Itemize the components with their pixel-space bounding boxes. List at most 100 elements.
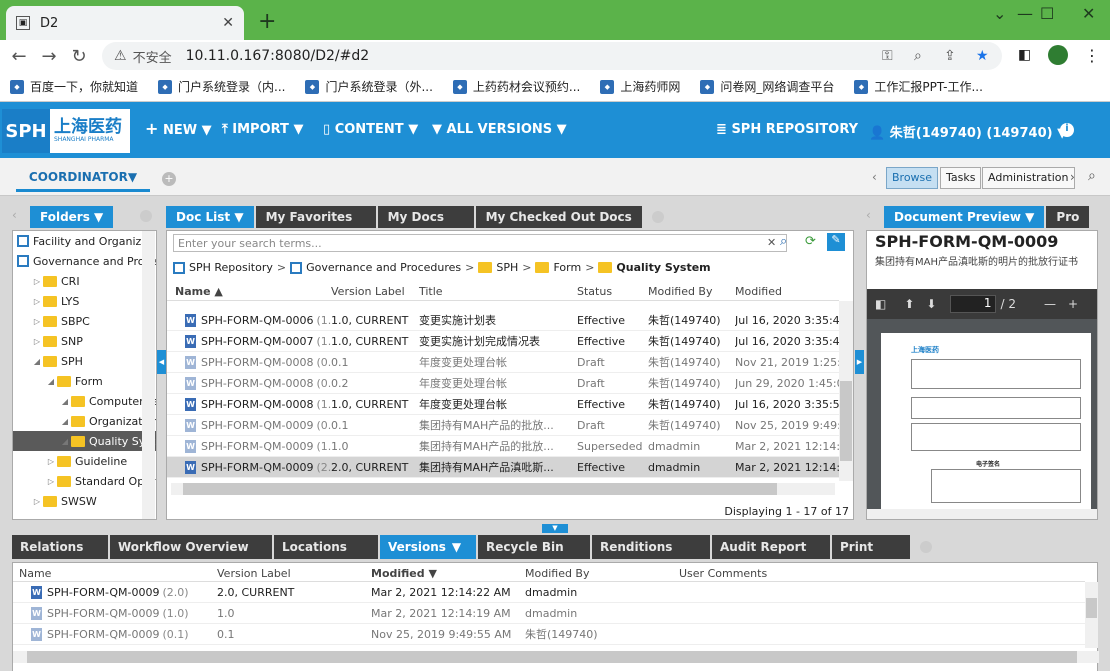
- table-row[interactable]: W SPH-FORM-QM-0009(0.1)0.1 集团持有MAH产品的批放...…: [167, 415, 839, 436]
- folders-tab[interactable]: Folders ▼: [30, 206, 114, 228]
- scroll-thumb[interactable]: [840, 381, 852, 461]
- breadcrumb-item[interactable]: Form: [553, 261, 581, 274]
- folder-tree-item[interactable]: Facility and Organization: [13, 231, 156, 251]
- tab-recycle-bin[interactable]: Recycle Bin: [478, 535, 590, 559]
- share-icon[interactable]: ⇪: [944, 48, 956, 64]
- folder-tree-item[interactable]: ◢ Organization: [13, 411, 156, 431]
- versions-hscroll[interactable]: [13, 651, 1099, 663]
- col-name[interactable]: Name ▲: [167, 285, 331, 298]
- search-input[interactable]: Enter your search terms...: [173, 234, 787, 252]
- vcol-modified[interactable]: Modified ▼: [371, 567, 525, 580]
- vcol-user-comments[interactable]: User Comments: [679, 567, 879, 580]
- tab-versions[interactable]: Versions ▼: [380, 535, 476, 559]
- folder-tree-item[interactable]: ▷ SWSW: [13, 491, 156, 511]
- reload-icon[interactable]: ↻: [64, 46, 94, 67]
- table-row[interactable]: W SPH-FORM-QM-0008(0.1)0.1 年度变更处理台帐 Draft 朱哲…: [167, 352, 839, 373]
- key-icon[interactable]: ⚿: [882, 48, 893, 64]
- folder-tree-item[interactable]: ▷ SNP: [13, 331, 156, 351]
- folder-tree-item[interactable]: ◢ Form: [13, 371, 156, 391]
- collapse-right-icon[interactable]: ▶: [855, 350, 864, 374]
- tab-document-preview[interactable]: Document Preview ▼: [884, 206, 1045, 228]
- close-window-icon[interactable]: ✕: [1082, 4, 1095, 23]
- bookmark-item[interactable]: ◆ 上海药师网: [600, 78, 680, 95]
- browser-tab[interactable]: ▣ D2 ✕: [6, 6, 244, 40]
- expand-toggle-icon[interactable]: ▷: [31, 277, 43, 286]
- import-menu[interactable]: ⤒ IMPORT ▼: [222, 122, 303, 137]
- folder-tree-item[interactable]: ◢Computerized: [13, 391, 156, 411]
- col-modified[interactable]: Modified: [735, 285, 839, 298]
- tab-relations[interactable]: Relations: [12, 535, 108, 559]
- folder-tree-item[interactable]: ◢Quality System: [13, 431, 156, 451]
- add-tab-icon[interactable]: [651, 211, 664, 223]
- edit-icon[interactable]: ✎: [827, 233, 845, 251]
- folder-tree-item[interactable]: ▷ SBPC: [13, 311, 156, 331]
- repository-menu[interactable]: ≣ SPH REPOSITORY: [716, 122, 858, 137]
- table-row[interactable]: W SPH-FORM-QM-0006(1.0)1.0, CURRENT 变更实施计划…: [167, 310, 839, 331]
- scroll-thumb[interactable]: [183, 483, 777, 495]
- tab-print[interactable]: Print: [832, 535, 910, 559]
- breadcrumb-item[interactable]: SPH Repository: [189, 261, 273, 274]
- pdf-page-input[interactable]: 1: [950, 295, 997, 313]
- folder-tree-item[interactable]: ▷Standard Operating: [13, 471, 156, 491]
- tab-locations[interactable]: Locations: [274, 535, 378, 559]
- table-row[interactable]: W SPH-FORM-QM-0009 (2.0) 2.0, CURRENT Mar 2,…: [13, 582, 1085, 603]
- vcol-modified-by[interactable]: Modified By: [525, 567, 679, 580]
- table-row[interactable]: W SPH-FORM-QM-0008(0.2)0.2 年度变更处理台帐 Draft 朱哲…: [167, 373, 839, 394]
- user-menu[interactable]: 👤 朱哲(149740) (149740) ▼: [869, 122, 1067, 141]
- doclist-hscroll[interactable]: [171, 483, 835, 495]
- expand-toggle-icon[interactable]: ◢: [59, 417, 71, 426]
- tasks-button[interactable]: Tasks: [940, 167, 982, 189]
- folder-tree-item[interactable]: ▷ Guideline: [13, 451, 156, 471]
- clear-search-icon[interactable]: ✕: [767, 236, 776, 249]
- add-tab-icon[interactable]: [920, 541, 932, 553]
- expand-toggle-icon[interactable]: ◢: [59, 397, 71, 406]
- tab-audit-report[interactable]: Audit Report: [712, 535, 830, 559]
- expand-toggle-icon[interactable]: ▷: [31, 497, 43, 506]
- add-tab-icon[interactable]: +: [162, 172, 176, 186]
- col-modified-by[interactable]: Modified By: [648, 285, 735, 298]
- vcol-version-label[interactable]: Version Label: [217, 567, 371, 580]
- pdf-next-page-icon[interactable]: ⬇: [926, 297, 936, 311]
- profile-avatar[interactable]: [1048, 45, 1068, 65]
- scroll-thumb[interactable]: [1086, 598, 1097, 618]
- table-row[interactable]: W SPH-FORM-QM-0008(1.0)1.0, CURRENT 年度变更处理…: [167, 394, 839, 415]
- breadcrumb-item[interactable]: Quality System: [616, 261, 710, 274]
- tab-doc-list[interactable]: Doc List ▼: [166, 206, 254, 228]
- bookmark-item[interactable]: ◆ 百度一下，你就知道: [10, 78, 138, 95]
- col-version-label[interactable]: Version Label: [331, 285, 419, 298]
- breadcrumb-item[interactable]: SPH: [496, 261, 518, 274]
- folder-tree-item[interactable]: ◢ SPH: [13, 351, 156, 371]
- expand-toggle-icon[interactable]: ◢: [31, 357, 43, 366]
- browse-button[interactable]: Browse: [886, 167, 939, 189]
- bookmark-item[interactable]: ◆ 门户系统登录（外...: [305, 78, 433, 95]
- collapse-left-icon[interactable]: ◀: [157, 350, 166, 374]
- tab-my-checked-out-docs[interactable]: My Checked Out Docs: [475, 206, 642, 228]
- table-row[interactable]: W SPH-FORM-QM-0009(1.0)1.0 集团持有MAH产品的批放...…: [167, 436, 839, 457]
- sidebar-toggle-icon[interactable]: ◧: [1018, 47, 1031, 63]
- search-icon[interactable]: ⌕: [780, 234, 787, 249]
- back-icon[interactable]: ←: [4, 46, 34, 67]
- forward-icon[interactable]: →: [34, 46, 64, 67]
- bookmark-item[interactable]: ◆ 上药药材会议预约...: [452, 78, 580, 95]
- info-icon[interactable]: i: [1060, 123, 1074, 137]
- pdf-sidebar-icon[interactable]: ◧: [875, 297, 886, 311]
- tab-my-docs[interactable]: My Docs: [377, 206, 474, 228]
- doclist-vscroll[interactable]: [839, 301, 853, 481]
- tab-renditions[interactable]: Renditions: [592, 535, 710, 559]
- expand-toggle-icon[interactable]: ◢: [45, 377, 57, 386]
- col-title[interactable]: Title: [419, 285, 577, 298]
- folder-tree-item[interactable]: Governance and Procedures: [13, 251, 156, 271]
- refresh-search-icon[interactable]: ⟳: [805, 234, 816, 249]
- folder-scrollbar[interactable]: [142, 231, 155, 519]
- all-versions-menu[interactable]: ▼ ALL VERSIONS ▼: [432, 122, 567, 137]
- expand-toggle-icon[interactable]: ◢: [59, 437, 71, 446]
- preview-hscroll[interactable]: [867, 509, 1097, 519]
- maximize-icon[interactable]: ☐: [1040, 4, 1054, 23]
- expand-toggle-icon[interactable]: ▷: [45, 477, 57, 486]
- new-tab-icon[interactable]: +: [258, 9, 276, 34]
- chevron-left-icon[interactable]: ‹: [12, 208, 17, 222]
- versions-vscroll[interactable]: [1085, 582, 1098, 648]
- administration-button[interactable]: Administration: [982, 167, 1075, 189]
- tab-my-favorites[interactable]: My Favorites: [255, 206, 376, 228]
- expand-toggle-icon[interactable]: ▷: [31, 337, 43, 346]
